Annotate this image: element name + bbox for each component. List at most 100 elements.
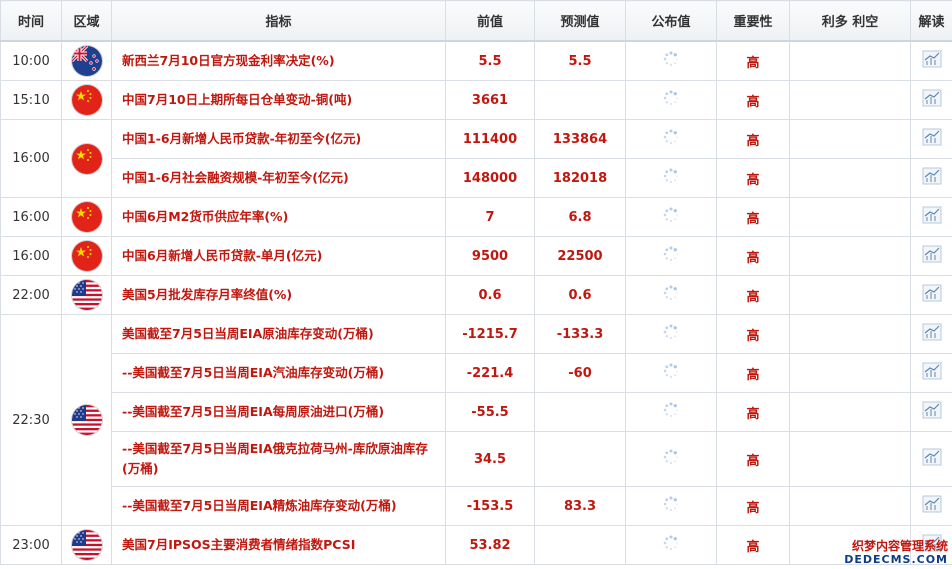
loading-spinner-icon <box>663 449 679 469</box>
forecast-value: -60 <box>534 353 626 393</box>
watermark-domain: DEDECMS.COM <box>844 553 948 566</box>
actual-value-cell <box>625 314 717 354</box>
forecast-value: 0.6 <box>534 275 626 315</box>
line-chart-icon[interactable] <box>922 284 942 306</box>
analysis-cell[interactable] <box>910 80 952 120</box>
analysis-cell[interactable] <box>910 236 952 276</box>
forecast-value <box>534 431 626 487</box>
header-analysis: 解读 <box>910 0 952 42</box>
loading-spinner-icon <box>663 285 679 305</box>
region-cell <box>61 525 112 565</box>
analysis-cell[interactable] <box>910 275 952 315</box>
region-cell <box>61 236 112 276</box>
analysis-cell[interactable] <box>910 431 952 487</box>
actual-value-cell <box>625 197 717 237</box>
event-time: 22:00 <box>0 275 62 315</box>
region-cell <box>61 119 112 198</box>
event-time: 23:00 <box>0 525 62 565</box>
importance-value: 高 <box>716 353 790 393</box>
indicator-name[interactable]: 中国1-6月新增人民币贷款-年初至今(亿元) <box>111 119 446 159</box>
us-flag-icon <box>71 405 102 435</box>
previous-value: -1215.7 <box>445 314 535 354</box>
effect-cell <box>789 40 911 81</box>
previous-value: -153.5 <box>445 486 535 526</box>
line-chart-icon[interactable] <box>922 448 942 470</box>
analysis-cell[interactable] <box>910 353 952 393</box>
analysis-cell[interactable] <box>910 158 952 198</box>
actual-value-cell <box>625 40 717 81</box>
effect-cell <box>789 392 911 432</box>
line-chart-icon[interactable] <box>922 401 942 423</box>
importance-value: 高 <box>716 80 790 120</box>
cn-flag-icon <box>71 202 102 232</box>
line-chart-icon[interactable] <box>922 50 942 72</box>
event-time: 22:30 <box>0 314 62 526</box>
table-row: 15:10 中国7月10日上期所每日仓单变动-铜(吨) 3661 高 <box>0 80 952 120</box>
analysis-cell[interactable] <box>910 197 952 237</box>
watermark-title: 织梦内容管理系统 <box>851 539 948 553</box>
previous-value: 0.6 <box>445 275 535 315</box>
indicator-name[interactable]: 中国6月新增人民币贷款-单月(亿元) <box>111 236 446 276</box>
line-chart-icon[interactable] <box>922 206 942 228</box>
table-header-row: 时间 区域 指标 前值 预测值 公布值 重要性 利多 利空 解读 <box>0 0 952 42</box>
table-row: --美国截至7月5日当周EIA俄克拉荷马州-库欣原油库存(万桶) 34.5 高 <box>1 431 952 487</box>
forecast-value <box>534 392 626 432</box>
indicator-name[interactable]: 美国5月批发库存月率终值(%) <box>111 275 446 315</box>
importance-value: 高 <box>716 392 790 432</box>
region-cell <box>61 275 112 315</box>
region-cell <box>61 197 112 237</box>
loading-spinner-icon <box>663 207 679 227</box>
loading-spinner-icon <box>663 363 679 383</box>
line-chart-icon[interactable] <box>922 128 942 150</box>
indicator-name[interactable]: 中国6月M2货币供应年率(%) <box>111 197 446 237</box>
loading-spinner-icon <box>663 90 679 110</box>
forecast-value: 83.3 <box>534 486 626 526</box>
forecast-value: -133.3 <box>534 314 626 354</box>
previous-value: 53.82 <box>445 525 535 565</box>
indicator-name[interactable]: 美国截至7月5日当周EIA原油库存变动(万桶) <box>111 314 446 354</box>
header-region: 区域 <box>61 0 112 42</box>
indicator-name[interactable]: 新西兰7月10日官方现金利率决定(%) <box>111 40 446 81</box>
watermark: 织梦内容管理系统 DEDECMS.COM <box>844 539 948 567</box>
actual-value-cell <box>625 80 717 120</box>
effect-cell <box>789 80 911 120</box>
forecast-value: 6.8 <box>534 197 626 237</box>
loading-spinner-icon <box>663 168 679 188</box>
forecast-value: 22500 <box>534 236 626 276</box>
table-row: 10:00 新西兰7月10日官方现金利率决定(%) 5.5 5.5 高 <box>0 40 952 81</box>
table-row: 22:00 美国5月批发库存月率终值(%) 0.6 0.6 高 <box>0 275 952 315</box>
line-chart-icon[interactable] <box>922 495 942 517</box>
importance-value: 高 <box>716 40 790 81</box>
indicator-name[interactable]: --美国截至7月5日当周EIA精炼油库存变动(万桶) <box>111 486 446 526</box>
analysis-cell[interactable] <box>910 119 952 159</box>
table-row: 16:00 中国6月新增人民币贷款-单月(亿元) 9500 22500 高 <box>0 236 952 276</box>
forecast-value: 133864 <box>534 119 626 159</box>
indicator-name[interactable]: --美国截至7月5日当周EIA每周原油进口(万桶) <box>111 392 446 432</box>
loading-spinner-icon <box>663 402 679 422</box>
event-time: 16:00 <box>0 236 62 276</box>
indicator-name[interactable]: 美国7月IPSOS主要消费者情绪指数PCSI <box>111 525 446 565</box>
line-chart-icon[interactable] <box>922 362 942 384</box>
line-chart-icon[interactable] <box>922 245 942 267</box>
analysis-cell[interactable] <box>910 392 952 432</box>
header-effect: 利多 利空 <box>789 0 911 42</box>
line-chart-icon[interactable] <box>922 167 942 189</box>
importance-value: 高 <box>716 119 790 159</box>
line-chart-icon[interactable] <box>922 323 942 345</box>
us-flag-icon <box>71 530 102 560</box>
analysis-cell[interactable] <box>910 40 952 81</box>
loading-spinner-icon <box>663 51 679 71</box>
analysis-cell[interactable] <box>910 486 952 526</box>
previous-value: -221.4 <box>445 353 535 393</box>
indicator-name[interactable]: --美国截至7月5日当周EIA汽油库存变动(万桶) <box>111 353 446 393</box>
indicator-name[interactable]: --美国截至7月5日当周EIA俄克拉荷马州-库欣原油库存(万桶) <box>111 431 446 487</box>
effect-cell <box>789 158 911 198</box>
indicator-name[interactable]: 中国7月10日上期所每日仓单变动-铜(吨) <box>111 80 446 120</box>
line-chart-icon[interactable] <box>922 89 942 111</box>
table-row: --美国截至7月5日当周EIA汽油库存变动(万桶) -221.4 -60 高 <box>1 353 952 393</box>
region-cell <box>61 80 112 120</box>
analysis-cell[interactable] <box>910 314 952 354</box>
importance-value: 高 <box>716 525 790 565</box>
actual-value-cell <box>625 119 717 159</box>
indicator-name[interactable]: 中国1-6月社会融资规模-年初至今(亿元) <box>111 158 446 198</box>
